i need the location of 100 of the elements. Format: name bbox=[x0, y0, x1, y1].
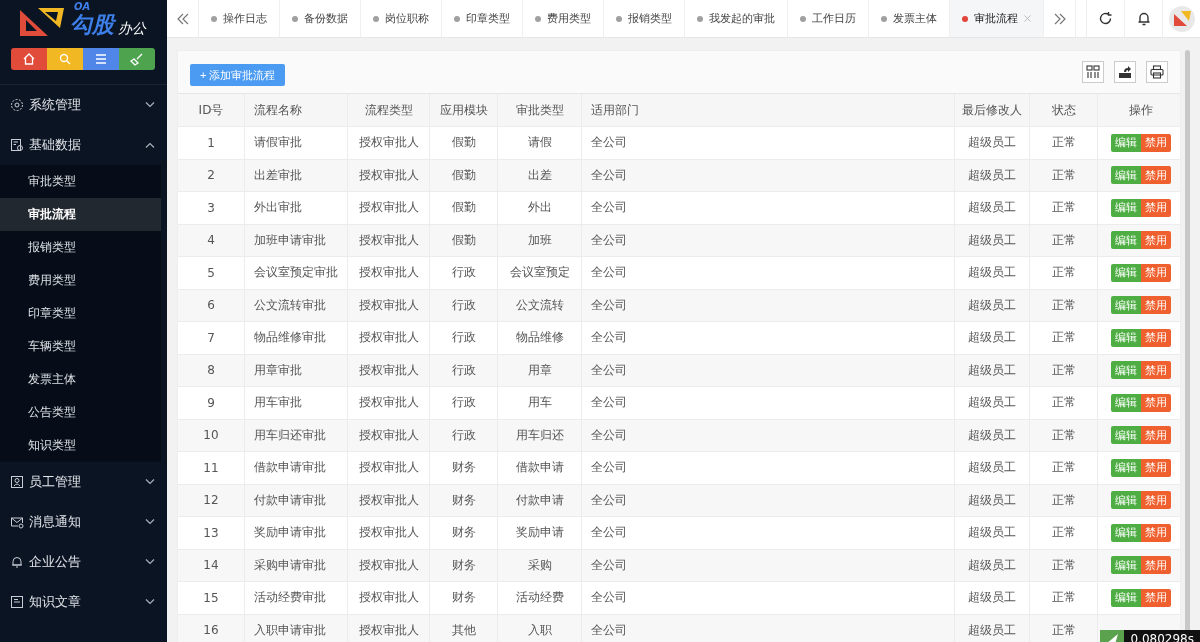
table-cell: 授权审批人 bbox=[348, 289, 430, 321]
menu-group[interactable]: 系统管理 bbox=[0, 85, 167, 125]
disable-button[interactable]: 禁用 bbox=[1141, 523, 1171, 542]
print-button[interactable] bbox=[1146, 61, 1168, 83]
tab[interactable]: 岗位职称 bbox=[361, 0, 442, 37]
edit-button[interactable]: 编辑 bbox=[1111, 361, 1141, 380]
menu-group[interactable]: 消息通知 bbox=[0, 502, 167, 542]
disable-button[interactable]: 禁用 bbox=[1141, 328, 1171, 347]
menu-item[interactable]: 发票主体 bbox=[0, 363, 161, 396]
table-cell: 其他 bbox=[430, 614, 498, 642]
tab-label: 报销类型 bbox=[628, 11, 672, 26]
table-cell: 全公司 bbox=[582, 419, 955, 451]
edit-button[interactable]: 编辑 bbox=[1111, 166, 1141, 185]
menu-item[interactable]: 印章类型 bbox=[0, 297, 161, 330]
table-cell: 正常 bbox=[1030, 484, 1098, 516]
table-cell: 超级员工 bbox=[955, 614, 1030, 642]
table-cell: 正常 bbox=[1030, 452, 1098, 484]
double-right-icon bbox=[1052, 12, 1067, 25]
refresh-icon bbox=[1098, 11, 1113, 26]
edit-button[interactable]: 编辑 bbox=[1111, 296, 1141, 315]
disable-button[interactable]: 禁用 bbox=[1141, 393, 1171, 412]
table-cell: 14 bbox=[178, 549, 245, 581]
tab-label: 发票主体 bbox=[893, 11, 937, 26]
mail-icon bbox=[10, 515, 24, 529]
tab[interactable]: 我发起的审批 bbox=[685, 0, 788, 37]
table-cell: 行政 bbox=[430, 354, 498, 386]
add-flow-button[interactable]: + 添加审批流程 bbox=[190, 64, 286, 86]
table-cell: 正常 bbox=[1030, 192, 1098, 224]
column-header: 适用部门 bbox=[582, 94, 955, 126]
table-cell: 财务 bbox=[430, 452, 498, 484]
export-button[interactable] bbox=[1114, 61, 1136, 83]
edit-button[interactable]: 编辑 bbox=[1111, 458, 1141, 477]
menu-group[interactable]: 企业公告 bbox=[0, 542, 167, 582]
tab[interactable]: 审批流程 bbox=[950, 0, 1044, 37]
disable-button[interactable]: 禁用 bbox=[1141, 556, 1171, 575]
disable-button[interactable]: 禁用 bbox=[1141, 231, 1171, 250]
tab[interactable]: 费用类型 bbox=[523, 0, 604, 37]
menu-item[interactable]: 费用类型 bbox=[0, 264, 161, 297]
table-cell: 财务 bbox=[430, 582, 498, 614]
close-icon[interactable] bbox=[1024, 15, 1031, 22]
table-cell: 用车 bbox=[498, 387, 582, 419]
table-cell: 全公司 bbox=[582, 289, 955, 321]
table-cell: 全公司 bbox=[582, 517, 955, 549]
table-cell: 授权审批人 bbox=[348, 322, 430, 354]
table-cell: 5 bbox=[178, 257, 245, 289]
table-cell: 2 bbox=[178, 159, 245, 191]
search-button[interactable] bbox=[47, 48, 83, 70]
table-cell: 假勤 bbox=[430, 159, 498, 191]
column-header: 流程名称 bbox=[245, 94, 348, 126]
chevron-icon bbox=[145, 479, 155, 485]
menu-item[interactable]: 审批流程 bbox=[0, 198, 161, 231]
home-button[interactable] bbox=[11, 48, 47, 70]
edit-button[interactable]: 编辑 bbox=[1111, 523, 1141, 542]
edit-button[interactable]: 编辑 bbox=[1111, 393, 1141, 412]
disable-button[interactable]: 禁用 bbox=[1141, 426, 1171, 445]
edit-button[interactable]: 编辑 bbox=[1111, 588, 1141, 607]
disable-button[interactable]: 禁用 bbox=[1141, 458, 1171, 477]
disable-button[interactable]: 禁用 bbox=[1141, 588, 1171, 607]
table-cell: 全公司 bbox=[582, 484, 955, 516]
table-cell: 假勤 bbox=[430, 224, 498, 256]
columns-button[interactable] bbox=[1082, 61, 1104, 83]
edit-button[interactable]: 编辑 bbox=[1111, 491, 1141, 510]
table-cell: 正常 bbox=[1030, 517, 1098, 549]
menu-group[interactable]: 知识文章 bbox=[0, 582, 167, 622]
menu-item[interactable]: 知识类型 bbox=[0, 429, 161, 462]
table-cell: 财务 bbox=[430, 484, 498, 516]
logo-label: OA bbox=[74, 1, 91, 12]
edit-button[interactable]: 编辑 bbox=[1111, 328, 1141, 347]
table-cell: 授权审批人 bbox=[348, 452, 430, 484]
menu-group[interactable]: 基础数据 bbox=[0, 125, 167, 165]
disable-button[interactable]: 禁用 bbox=[1141, 166, 1171, 185]
disable-button[interactable]: 禁用 bbox=[1141, 361, 1171, 380]
disable-button[interactable]: 禁用 bbox=[1141, 263, 1171, 282]
edit-button[interactable]: 编辑 bbox=[1111, 231, 1141, 250]
table-cell: 假勤 bbox=[430, 192, 498, 224]
disable-button[interactable]: 禁用 bbox=[1141, 296, 1171, 315]
edit-button[interactable]: 编辑 bbox=[1111, 198, 1141, 217]
menu-item[interactable]: 报销类型 bbox=[0, 231, 161, 264]
avatar-icon bbox=[1168, 5, 1195, 32]
tab[interactable]: 报销类型 bbox=[604, 0, 685, 37]
menu-item[interactable]: 公告类型 bbox=[0, 396, 161, 429]
menu-group[interactable]: 员工管理 bbox=[0, 462, 167, 502]
tab[interactable]: 工作日历 bbox=[788, 0, 869, 37]
edit-button[interactable]: 编辑 bbox=[1111, 263, 1141, 282]
menu-label: 知识文章 bbox=[29, 593, 82, 611]
table-cell: 全公司 bbox=[582, 257, 955, 289]
tab[interactable]: 备份数据 bbox=[280, 0, 361, 37]
disable-button[interactable]: 禁用 bbox=[1141, 491, 1171, 510]
menu-item[interactable]: 车辆类型 bbox=[0, 330, 161, 363]
list-button[interactable] bbox=[83, 48, 119, 70]
tab[interactable]: 印章类型 bbox=[442, 0, 523, 37]
disable-button[interactable]: 禁用 bbox=[1141, 198, 1171, 217]
tab[interactable]: 操作日志 bbox=[199, 0, 280, 37]
edit-button[interactable]: 编辑 bbox=[1111, 426, 1141, 445]
edit-button[interactable]: 编辑 bbox=[1111, 556, 1141, 575]
clean-button[interactable] bbox=[119, 48, 155, 70]
menu-item[interactable]: 审批类型 bbox=[0, 165, 161, 198]
edit-button[interactable]: 编辑 bbox=[1111, 133, 1141, 152]
disable-button[interactable]: 禁用 bbox=[1141, 133, 1171, 152]
table-cell: 正常 bbox=[1030, 127, 1098, 159]
